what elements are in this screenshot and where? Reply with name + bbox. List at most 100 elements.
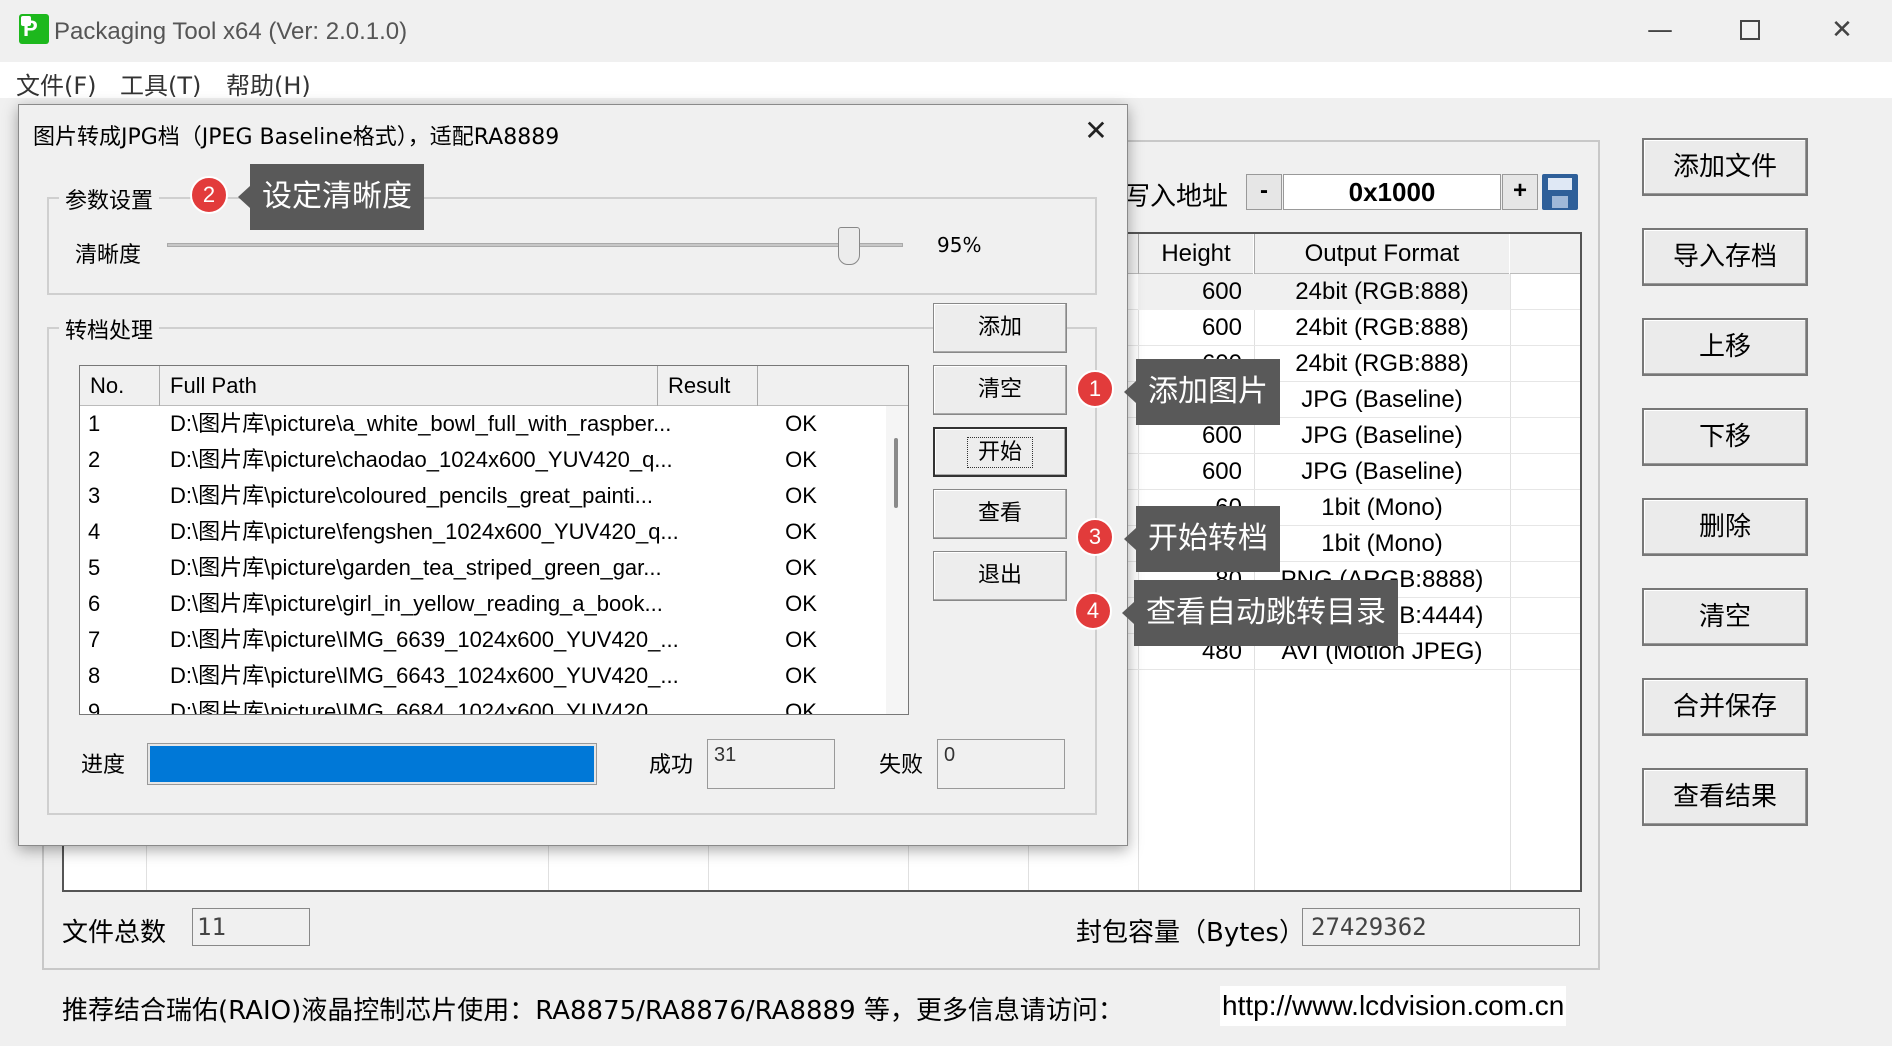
params-group-title: 参数设置	[59, 183, 160, 215]
progress-bar-fill	[150, 746, 594, 782]
minimize-button[interactable]: —	[1614, 0, 1706, 60]
cell-full-path: D:\图片库\picture\IMG_6643_1024x600_YUV420_…	[170, 663, 679, 688]
progress-bar	[147, 743, 597, 785]
app-logo-icon: P	[19, 14, 49, 44]
cell-output-format: JPG (Baseline)	[1301, 458, 1463, 485]
cell-output-format: 1bit (Mono)	[1321, 530, 1443, 557]
clear-button[interactable]: 清空	[933, 365, 1067, 415]
callout-view-folder: 查看自动跳转目录	[1122, 580, 1398, 646]
cell-output-format: 24bit (RGB:888)	[1254, 274, 1510, 310]
column-header-result[interactable]: Result	[658, 366, 758, 406]
cell-no: 7	[88, 627, 101, 652]
title-bar: P Packaging Tool x64 (Ver: 2.0.1.0) — ✕	[0, 0, 1892, 62]
import-archive-button[interactable]: 导入存档	[1642, 228, 1808, 286]
cell-no: 4	[88, 519, 101, 544]
cell-result: OK	[785, 555, 817, 580]
exit-button[interactable]: 退出	[933, 551, 1067, 601]
start-button[interactable]: 开始	[933, 427, 1067, 477]
website-link[interactable]: http://www.lcdvision.com.cn	[1220, 986, 1567, 1026]
view-result-button[interactable]: 查看结果	[1642, 768, 1808, 826]
list-item[interactable]: 1 D:\图片库\picture\a_white_bowl_full_with_r…	[80, 406, 880, 442]
list-item[interactable]: 2 D:\图片库\picture\chaodao_1024x600_YUV420_…	[80, 442, 880, 478]
maximize-icon	[1740, 20, 1760, 40]
callout-badge-3: 3	[1076, 518, 1114, 556]
maximize-button[interactable]	[1704, 0, 1796, 60]
cell-full-path: D:\图片库\picture\IMG_6684_1024x600_YUV420_…	[170, 699, 679, 715]
address-increment-button[interactable]: +	[1502, 174, 1538, 210]
success-count: 31	[707, 739, 835, 789]
cell-full-path: D:\图片库\picture\chaodao_1024x600_YUV420_q…	[170, 447, 673, 472]
cell-full-path: D:\图片库\picture\coloured_pencils_great_pa…	[170, 483, 654, 508]
cell-full-path: D:\图片库\picture\girl_in_yellow_reading_a_…	[170, 591, 663, 616]
cell-result: OK	[785, 447, 817, 472]
scrollbar-thumb[interactable]	[894, 438, 898, 508]
save-icon[interactable]	[1542, 174, 1578, 210]
cell-no: 1	[88, 411, 101, 436]
close-button[interactable]: ✕	[1796, 0, 1888, 60]
cell-no: 2	[88, 447, 101, 472]
move-down-button[interactable]: 下移	[1642, 408, 1808, 466]
minimize-icon: —	[1647, 15, 1673, 45]
address-input[interactable]: 0x1000	[1283, 174, 1501, 210]
add-button[interactable]: 添加	[933, 303, 1067, 353]
cell-result: OK	[785, 519, 817, 544]
list-item[interactable]: 7 D:\图片库\picture\IMG_6639_1024x600_YUV420…	[80, 622, 880, 658]
list-item[interactable]: 5 D:\图片库\picture\garden_tea_striped_green…	[80, 550, 880, 586]
clear-all-button[interactable]: 清空	[1642, 588, 1808, 646]
total-files-label: 文件总数	[62, 918, 167, 948]
menu-tools[interactable]: 工具(T)	[120, 66, 201, 101]
menu-file[interactable]: 文件(F)	[16, 66, 97, 101]
cell-no: 8	[88, 663, 101, 688]
close-icon: ✕	[1831, 15, 1853, 45]
file-list[interactable]: No. Full Path Result 1 D:\图片库\picture\a_w…	[79, 365, 909, 715]
cell-result: OK	[785, 699, 817, 715]
merge-save-button[interactable]: 合并保存	[1642, 678, 1808, 736]
clarity-slider-track[interactable]	[167, 243, 903, 247]
column-header-output-format[interactable]: Output Format	[1254, 234, 1510, 274]
clarity-slider-thumb[interactable]	[838, 227, 861, 265]
cell-full-path: D:\图片库\picture\IMG_6639_1024x600_YUV420_…	[170, 627, 679, 652]
cell-result: OK	[785, 663, 817, 688]
add-file-button[interactable]: 添加文件	[1642, 138, 1808, 196]
file-list-scrollbar[interactable]	[886, 406, 908, 714]
menu-help[interactable]: 帮助(H)	[226, 66, 311, 101]
convert-group-title: 转档处理	[59, 313, 160, 345]
progress-label: 进度	[81, 753, 126, 778]
jpg-convert-dialog: 图片转成JPG档（JPEG Baseline格式），适配RA8889 ✕ 参数设…	[18, 104, 1128, 846]
file-list-header: No. Full Path Result	[80, 366, 908, 406]
list-item[interactable]: 4 D:\图片库\picture\fengshen_1024x600_YUV420…	[80, 514, 880, 550]
list-item[interactable]: 9 D:\图片库\picture\IMG_6684_1024x600_YUV420…	[80, 694, 880, 715]
cell-result: OK	[785, 591, 817, 616]
cell-full-path: D:\图片库\picture\garden_tea_striped_green_…	[170, 555, 662, 580]
cell-height: 600	[1201, 458, 1242, 485]
cell-no: 3	[88, 483, 101, 508]
callout-set-clarity: 设定清晰度	[238, 164, 424, 230]
delete-button[interactable]: 删除	[1642, 498, 1808, 556]
list-item[interactable]: 3 D:\图片库\picture\coloured_pencils_great_p…	[80, 478, 880, 514]
fail-label: 失败	[879, 753, 924, 778]
column-header-no[interactable]: No.	[80, 366, 160, 406]
package-capacity-label: 封包容量（Bytes）	[1076, 918, 1305, 948]
callout-badge-4: 4	[1074, 592, 1112, 630]
cell-result: OK	[785, 411, 817, 436]
list-item[interactable]: 8 D:\图片库\picture\IMG_6643_1024x600_YUV420…	[80, 658, 880, 694]
cell-full-path: D:\图片库\picture\a_white_bowl_full_with_ra…	[170, 411, 672, 436]
package-capacity-value: 27429362	[1302, 908, 1580, 946]
cell-result: OK	[785, 627, 817, 652]
close-icon: ✕	[1084, 114, 1108, 147]
view-button[interactable]: 查看	[933, 489, 1067, 539]
address-label: 写入地址	[1124, 182, 1229, 212]
address-decrement-button[interactable]: -	[1246, 174, 1282, 210]
cell-full-path: D:\图片库\picture\fengshen_1024x600_YUV420_…	[170, 519, 679, 544]
dialog-close-button[interactable]: ✕	[1073, 111, 1119, 151]
column-header-full-path[interactable]: Full Path	[160, 366, 658, 406]
list-item[interactable]: 6 D:\图片库\picture\girl_in_yellow_reading_a…	[80, 586, 880, 622]
callout-start-convert: 开始转档	[1124, 506, 1280, 572]
clarity-label: 清晰度	[75, 243, 142, 268]
cell-no: 9	[88, 699, 101, 715]
column-header-height[interactable]: Height	[1138, 234, 1254, 274]
window-title: Packaging Tool x64 (Ver: 2.0.1.0)	[54, 18, 408, 45]
move-up-button[interactable]: 上移	[1642, 318, 1808, 376]
callout-badge-2: 2	[190, 176, 228, 214]
fail-count: 0	[937, 739, 1065, 789]
